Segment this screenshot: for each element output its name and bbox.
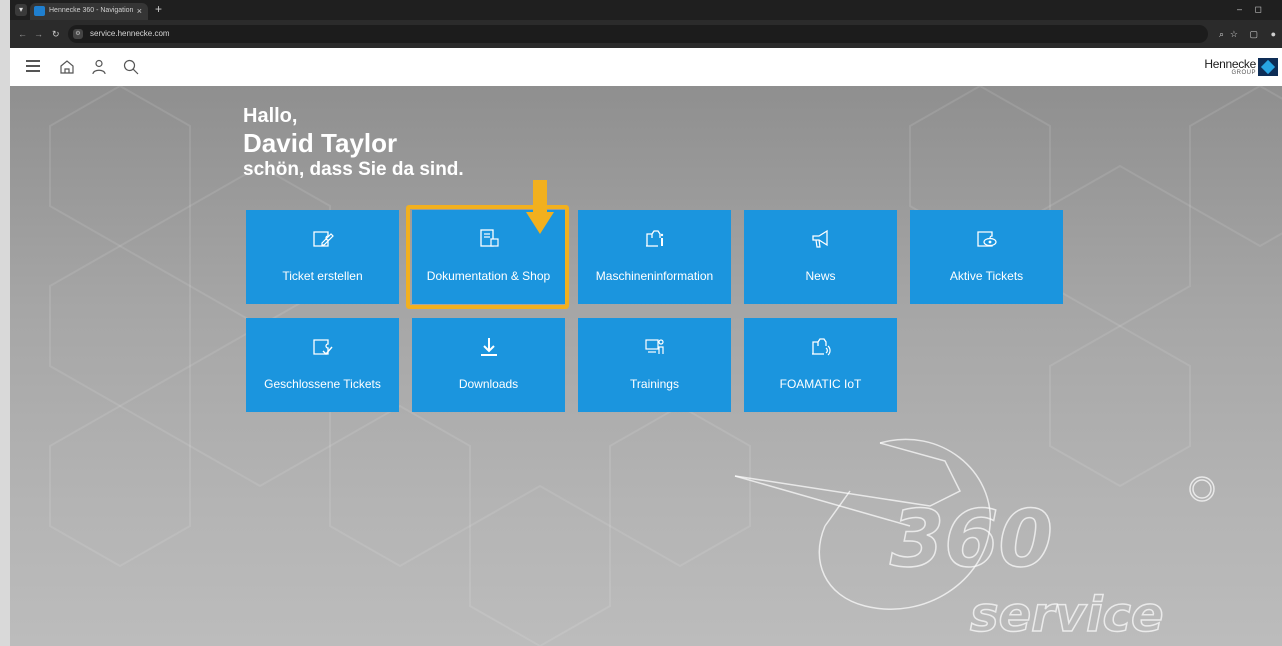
svg-text:360: 360 [890, 495, 1053, 585]
machine-info-icon [578, 228, 731, 252]
home-icon[interactable] [58, 58, 76, 76]
tile-ticket-erstellen[interactable]: Ticket erstellen [246, 210, 399, 304]
search-icon[interactable] [122, 58, 140, 76]
browser-toolbar: ← → ↻ ⚙ service.hennecke.com ⌕ ☆ ▢ ● [10, 20, 1282, 48]
favicon-icon [34, 6, 45, 16]
tile-aktive-tickets[interactable]: Aktive Tickets [910, 210, 1063, 304]
address-bar[interactable]: ⚙ service.hennecke.com [68, 25, 1208, 43]
tile-geschlossene-tickets[interactable]: Geschlossene Tickets [246, 318, 399, 412]
greeting: Hallo, David Taylor schön, dass Sie da s… [243, 104, 464, 182]
tile-label: Geschlossene Tickets [264, 377, 381, 391]
navigation-tiles: Ticket erstellen Dokumentation & Shop Ma… [246, 210, 1066, 420]
menu-icon[interactable] [26, 60, 40, 72]
logo-name: Hennecke [1204, 57, 1256, 71]
tab-search-icon[interactable]: ▾ [15, 4, 27, 16]
tile-label: Maschineninformation [595, 269, 714, 283]
svg-text:service: service [970, 587, 1164, 643]
tile-label: Aktive Tickets [949, 269, 1024, 283]
app-header: Hennecke GROUP [10, 48, 1282, 86]
reload-icon[interactable]: ↻ [52, 28, 60, 40]
restore-button[interactable]: ◻ [1255, 3, 1262, 15]
tile-label: News [805, 269, 836, 283]
browser-tab[interactable]: Hennecke 360 - Navigation × [30, 3, 148, 20]
tile-trainings[interactable]: Trainings [578, 318, 731, 412]
tile-news[interactable]: News [744, 210, 897, 304]
tile-maschineninformation[interactable]: Maschineninformation [578, 210, 731, 304]
bookmark-star-icon[interactable]: ☆ [1230, 28, 1238, 40]
logo-mark-icon [1258, 58, 1278, 76]
pointer-arrow-icon [526, 180, 554, 234]
greeting-name: David Taylor [243, 128, 398, 158]
forward-icon[interactable]: → [34, 28, 43, 40]
iot-machine-icon [744, 336, 897, 360]
tile-label: Downloads [458, 377, 519, 391]
tile-label: Trainings [630, 377, 679, 391]
user-icon[interactable] [90, 58, 108, 76]
main-content: Hallo, David Taylor schön, dass Sie da s… [10, 86, 1282, 646]
service-360-watermark: 360 service [734, 438, 1215, 644]
browser-window: ▾ Hennecke 360 - Navigation × + – ◻ ← → … [10, 0, 1282, 646]
back-icon[interactable]: ← [18, 28, 27, 40]
minimize-button[interactable]: – [1237, 3, 1242, 15]
extensions-icon[interactable]: ▢ [1249, 28, 1258, 40]
tile-label: Ticket erstellen [282, 269, 363, 283]
tab-close-icon[interactable]: × [137, 5, 142, 17]
megaphone-icon [744, 228, 897, 252]
hennecke-logo[interactable]: Hennecke GROUP [1204, 56, 1278, 80]
logo-sub: GROUP [1231, 70, 1256, 76]
ticket-check-icon [246, 336, 399, 360]
tile-label: FOAMATIC IoT [779, 377, 862, 391]
tile-downloads[interactable]: Downloads [412, 318, 565, 412]
url-text: service.hennecke.com [90, 29, 170, 38]
greeting-subtitle: schön, dass Sie da sind. [243, 159, 464, 180]
site-info-icon[interactable]: ⚙ [73, 29, 83, 39]
browser-tab-bar: ▾ Hennecke 360 - Navigation × + – ◻ [10, 0, 1282, 20]
download-icon [412, 336, 565, 360]
new-tab-button[interactable]: + [155, 2, 162, 16]
zoom-icon[interactable]: ⌕ [1219, 28, 1224, 40]
ticket-edit-icon [246, 228, 399, 252]
greeting-hello: Hallo, [243, 105, 298, 127]
profile-icon[interactable]: ● [1271, 28, 1276, 40]
training-icon [578, 336, 731, 360]
tab-title: Hennecke 360 - Navigation [49, 7, 134, 14]
ticket-eye-icon [910, 228, 1063, 252]
tile-foamatic-iot[interactable]: FOAMATIC IoT [744, 318, 897, 412]
